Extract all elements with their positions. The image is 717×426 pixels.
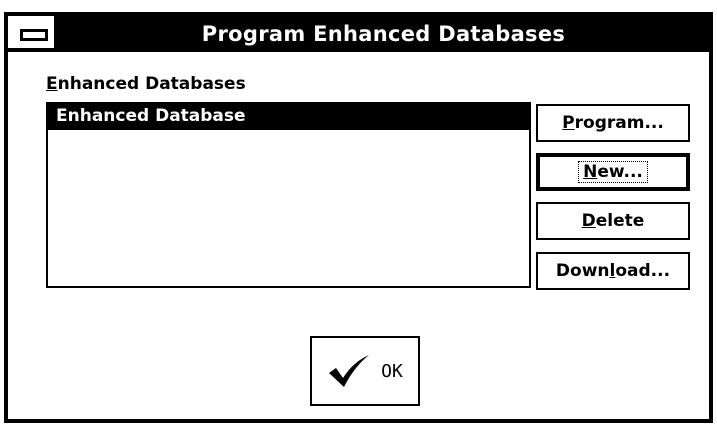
delete-button[interactable]: Delete	[536, 202, 690, 240]
list-item[interactable]: Enhanced Database	[48, 104, 529, 130]
title-bar: Program Enhanced Databases	[8, 16, 709, 52]
system-menu-button[interactable]	[8, 16, 58, 48]
program-button[interactable]: Program...	[536, 104, 690, 142]
enhanced-databases-list[interactable]: Enhanced Database	[46, 102, 531, 288]
program-enhanced-databases-dialog: Program Enhanced Databases Enhanced Data…	[4, 12, 713, 423]
download-button[interactable]: Down l oad...	[536, 252, 690, 290]
window-title: Program Enhanced Databases	[201, 22, 566, 46]
checkmark-icon	[329, 355, 370, 387]
focus-ring: New...	[578, 161, 648, 183]
enhanced-databases-label: Enhanced Databases	[46, 74, 246, 94]
system-menu-icon	[20, 29, 48, 41]
ok-button[interactable]: OK	[310, 336, 420, 406]
ok-label: OK	[381, 360, 403, 382]
new-button[interactable]: New...	[536, 153, 690, 191]
